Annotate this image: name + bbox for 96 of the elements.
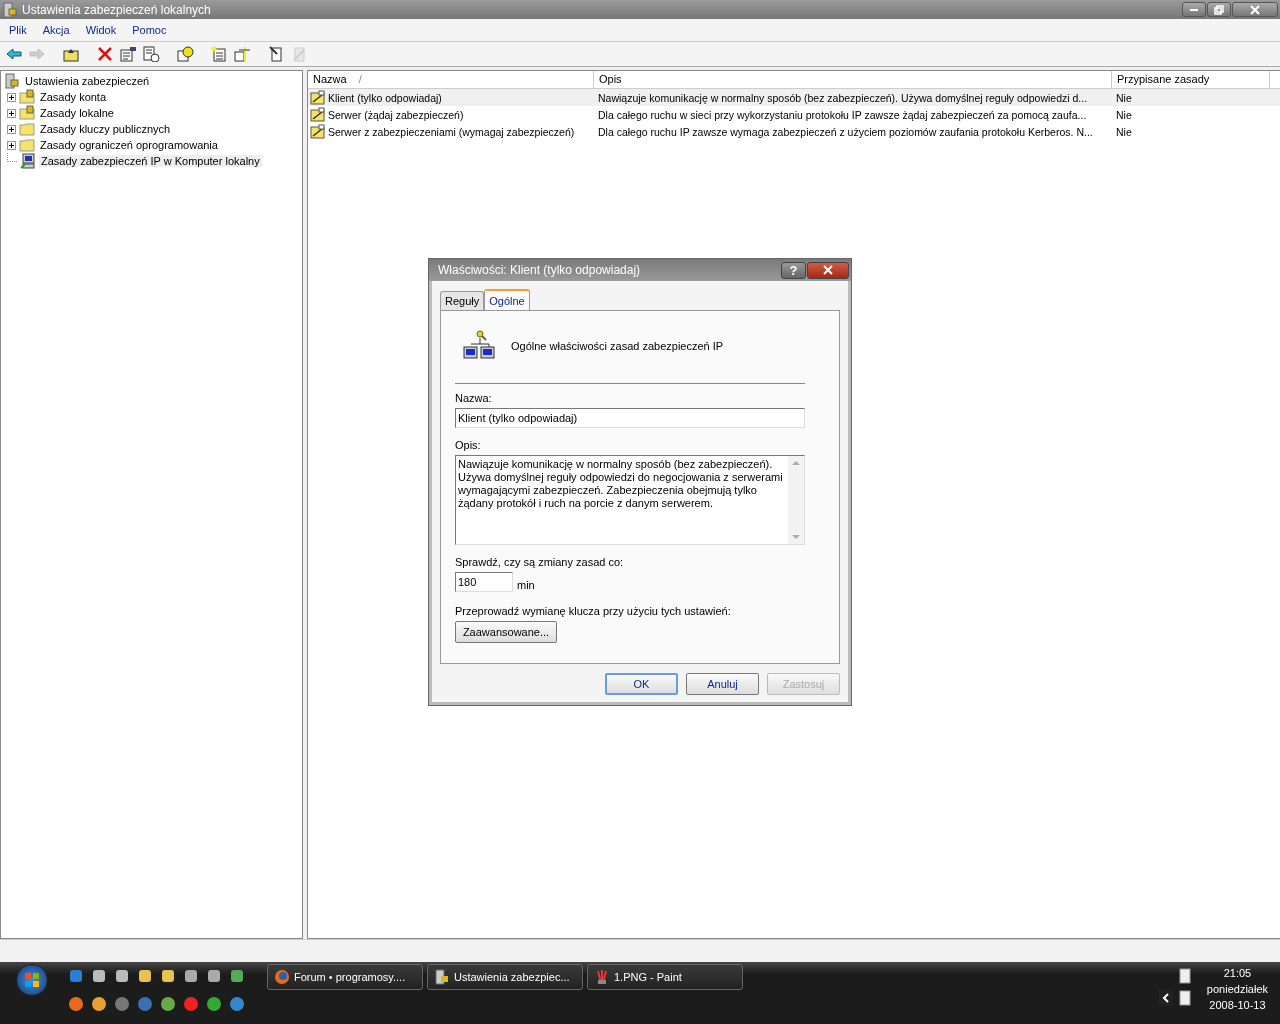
menu-item[interactable]: Plik: [9, 24, 27, 36]
text-area[interactable]: Nawiązuje komunikację w normalny sposób (bez zabezpieczeń). Używa domyślnej reguły odpowiedzi do negocjowania z serwerami wymagającymi zabezpieczeń. Zabezpieczenia obejmują tylko żądany protokół i ruch na porcie z danym serwerem.: [455, 455, 805, 545]
clock-time: 21:05: [1223, 967, 1252, 979]
chevron-left-icon: [1161, 993, 1170, 1003]
taskbar-button[interactable]: Ustawienia zabezpiec...: [427, 964, 583, 990]
menu-item[interactable]: Widok: [85, 24, 117, 36]
expand-toggle[interactable]: [7, 92, 16, 102]
quick-launch-icon[interactable]: [206, 996, 222, 1012]
table-cell: Dla całego ruchu w sieci przy wykorzystaniu protokołu IP zawsze żądaj zabezpieczeń za pomocą zaufa...: [598, 108, 1087, 121]
dialog-title: Właściwości: Klient (tylko odpowiadaj): [438, 263, 642, 277]
quick-launch-icon[interactable]: [229, 968, 245, 984]
quick-launch-icon[interactable]: [137, 968, 153, 984]
menu-item[interactable]: Akcja: [42, 24, 70, 36]
tree-item[interactable]: Zasady zabezpieczeń IP w Komputer lokalny: [39, 155, 262, 167]
tree-item[interactable]: Zasady lokalne: [38, 107, 116, 119]
close-icon: [1249, 4, 1261, 15]
column-header[interactable]: Przypisane zasady: [1112, 71, 1270, 88]
quick-launch-icon[interactable]: [91, 996, 107, 1012]
list-row[interactable]: Klient (tylko odpowiadaj) Nawiązuje komunikację w normalny sposób (bez zabezpieczeń). Używa domyślnej reguły odpowiedzi d... Nie: [308, 89, 1280, 106]
list-row[interactable]: Serwer (żądaj zabezpieczeń) Dla całego ruchu w sieci przy wykorzystaniu protokołu IP zawsze żądaj zabezpieczeń za pomocą zaufa... Nie: [308, 106, 1280, 123]
locked-folder-icon: [19, 89, 35, 105]
taskbar-button[interactable]: 1.PNG - Paint: [587, 964, 743, 990]
clock-date: 2008-10-13: [1209, 999, 1266, 1011]
advanced-button[interactable]: Zaawansowane...: [455, 621, 557, 643]
tree-item[interactable]: Zasady kluczy publicznych: [38, 123, 173, 135]
show-hidden-icons-button[interactable]: [1158, 990, 1173, 1006]
tree-item[interactable]: Zasady ograniczeń oprogramowania: [38, 139, 220, 151]
table-cell: Nie: [1116, 125, 1132, 138]
tree-item[interactable]: Zasady konta: [38, 91, 109, 103]
lock-computer-icon: [434, 969, 450, 985]
quick-launch-icon[interactable]: [160, 996, 176, 1012]
quick-launch-icon[interactable]: [68, 968, 84, 984]
export-button[interactable]: [141, 44, 161, 64]
field-label: Opis:: [455, 439, 482, 451]
table-cell: Serwer z zabezpieczeniami (wymagaj zabezpieczeń): [328, 125, 575, 138]
close-button[interactable]: [807, 261, 849, 279]
new-button[interactable]: [209, 44, 229, 64]
globe-icon: [274, 969, 290, 985]
policy-icon: [310, 123, 326, 140]
column-header[interactable]: Nazwa /: [308, 71, 594, 88]
quick-launch-icon[interactable]: [68, 996, 84, 1012]
quick-launch-icon[interactable]: [229, 996, 245, 1012]
window-title: Ustawienia zabezpieczeń lokalnych: [22, 2, 212, 17]
policy-icon: [310, 89, 326, 106]
properties-button[interactable]: [118, 44, 138, 64]
quick-launch-icon[interactable]: [183, 968, 199, 984]
table-cell: Klient (tylko odpowiadaj): [328, 91, 442, 104]
tree-item[interactable]: Ustawienia zabezpieczeń: [23, 75, 152, 87]
input-field[interactable]: 180: [455, 572, 513, 592]
taskbar-button[interactable]: Forum • programosy....: [267, 964, 423, 990]
dialog-button[interactable]: OK: [605, 673, 678, 695]
folder-icon: [19, 137, 35, 153]
tab[interactable]: Reguły: [440, 291, 485, 310]
input-field[interactable]: Klient (tylko odpowiadaj): [455, 408, 805, 428]
section-heading: Ogólne właściwości zasad zabezpieczeń IP: [511, 340, 724, 352]
field-label: Nazwa:: [455, 392, 493, 404]
help-button[interactable]: ?: [781, 261, 806, 279]
table-cell: Nawiązuje komunikację w normalny sposób (bez zabezpieczeń). Używa domyślnej reguły odpowiedzi d...: [598, 91, 1088, 104]
close-icon: [822, 265, 834, 275]
expand-toggle[interactable]: [7, 124, 16, 134]
network-key-icon: [463, 330, 497, 362]
policy-icon: [310, 106, 326, 123]
folder-icon: [19, 121, 35, 137]
field-label: Przeprowadź wymianę klucza przy użyciu tych ustawień:: [455, 605, 732, 617]
field-label: Sprawdź, czy są zmiany zasad co:: [455, 556, 625, 568]
clock[interactable]: 21:05 poniedziałek 2008-10-13: [1206, 964, 1268, 1011]
close-button[interactable]: [1232, 2, 1278, 17]
restore-icon: [1214, 4, 1224, 15]
table-cell: Nie: [1116, 91, 1132, 104]
minimize-button[interactable]: [1182, 2, 1206, 17]
start-button[interactable]: [16, 964, 48, 996]
brushes-icon: [594, 969, 610, 985]
quick-launch-icon[interactable]: [160, 968, 176, 984]
dialog-button[interactable]: Anuluj: [686, 673, 759, 695]
lock-computer-icon: [4, 73, 20, 89]
scroll-bar[interactable]: [788, 456, 804, 544]
restore-button[interactable]: [1207, 2, 1231, 17]
table-cell: Dla całego ruchu IP zawsze wymaga zabezpieczeń z użyciem poziomów zaufania protokołu Kerberos. N...: [598, 125, 1093, 138]
expand-toggle[interactable]: [7, 108, 16, 118]
quick-launch-icon[interactable]: [114, 968, 130, 984]
column-header[interactable]: Opis: [594, 71, 1112, 88]
unit-label: min: [517, 579, 535, 591]
quick-launch-icon[interactable]: [91, 968, 107, 984]
tab[interactable]: Ogólne: [484, 289, 530, 311]
menu-item[interactable]: Pomoc: [132, 24, 167, 36]
table-cell: Serwer (żądaj zabezpieczeń): [328, 108, 464, 121]
quick-launch-icon[interactable]: [206, 968, 222, 984]
table-cell: Nie: [1116, 108, 1132, 121]
computer-icon: [20, 153, 36, 169]
expand-toggle[interactable]: [7, 140, 16, 150]
minimize-icon: [1190, 8, 1198, 11]
locked-folder-icon: [19, 105, 35, 121]
list-row[interactable]: Serwer z zabezpieczeniami (wymagaj zabezpieczeń) Dla całego ruchu IP zawsze wymaga zabezpieczeń z użyciem poziomów zaufania protokołu Kerberos. N... Nie: [308, 123, 1280, 140]
clock-day: poniedziałek: [1206, 983, 1268, 995]
help-button[interactable]: [175, 44, 195, 64]
assign-button[interactable]: [232, 44, 252, 64]
